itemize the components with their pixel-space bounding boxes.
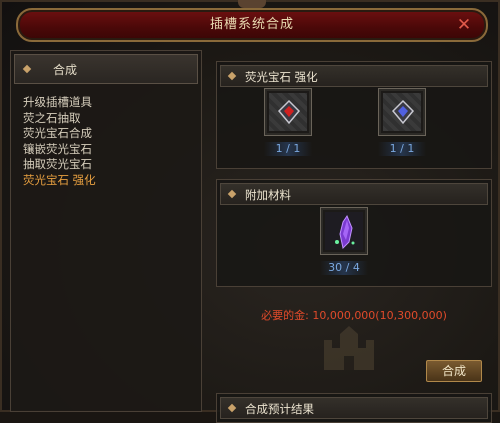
result-panel-header: 合成预计结果 (220, 397, 488, 419)
result-panel: 合成预计结果 (216, 393, 492, 423)
gem-panel-title: 荧光宝石 强化 (245, 70, 318, 84)
sidebar-item-extract-gem[interactable]: 抽取荧光宝石 (23, 157, 96, 173)
material-panel-header: 附加材料 (220, 183, 488, 205)
diamond-bullet-icon (227, 189, 237, 199)
sidebar-item-extract-stone[interactable]: 荧之石抽取 (23, 111, 96, 127)
blue-gem-icon (391, 99, 415, 125)
gem-slot-1-count: 1 / 1 (275, 142, 301, 155)
title-bar[interactable]: 插槽系统合成 ✕ (16, 8, 488, 42)
purple-crystal-icon (335, 214, 355, 250)
sidebar-menu: 升级插槽道具 荧之石抽取 荧光宝石合成 镶嵌荧光宝石 抽取荧光宝石 荧光宝石 强… (23, 95, 96, 188)
result-panel-title: 合成预计结果 (245, 402, 314, 416)
title-ornament (238, 0, 266, 8)
diamond-bullet-icon (227, 71, 237, 81)
sidebar-header: 合成 (14, 54, 198, 84)
gem-slot-2[interactable] (378, 88, 426, 136)
material-slot[interactable] (320, 207, 368, 255)
sidebar-item-gem-combine[interactable]: 荧光宝石合成 (23, 126, 96, 142)
gem-panel-header: 荧光宝石 强化 (220, 65, 488, 87)
gem-panel: 荧光宝石 强化 (216, 61, 492, 169)
gem-slot-2-count: 1 / 1 (389, 142, 415, 155)
material-slot-count: 30 / 4 (328, 261, 360, 274)
castle-emblem-icon (324, 326, 374, 370)
diamond-bullet-icon (227, 403, 237, 413)
sidebar-item-upgrade-slot-tool[interactable]: 升级插槽道具 (23, 95, 96, 111)
sidebar-item-gem-enhance[interactable]: 荧光宝石 强化 (23, 173, 96, 189)
material-panel-title: 附加材料 (245, 188, 291, 202)
gem-slot-1[interactable] (264, 88, 312, 136)
sidebar-item-socket-gem[interactable]: 镶嵌荧光宝石 (23, 142, 96, 158)
red-gem-icon (277, 99, 301, 125)
close-icon[interactable]: ✕ (454, 15, 474, 35)
combine-button[interactable]: 合成 (426, 360, 482, 382)
sidebar: 合成 升级插槽道具 荧之石抽取 荧光宝石合成 镶嵌荧光宝石 抽取荧光宝石 荧光宝… (10, 50, 202, 412)
window-title: 插槽系统合成 (209, 17, 294, 32)
sidebar-header-label: 合成 (53, 63, 78, 77)
synthesis-window: 插槽系统合成 ✕ 合成 升级插槽道具 荧之石抽取 荧光宝石合成 镶嵌荧光宝石 抽… (0, 0, 500, 423)
diamond-bullet-icon (22, 64, 32, 74)
